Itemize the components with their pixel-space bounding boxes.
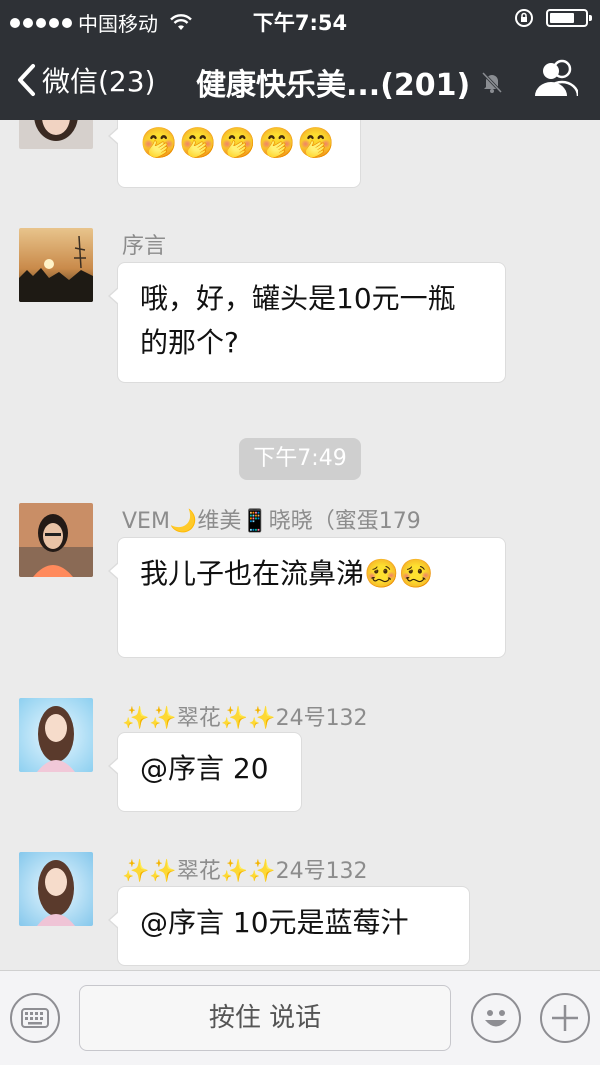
status-bar: 中国移动 下午7:54 — [0, 0, 600, 40]
status-time: 下午7:54 — [252, 11, 348, 35]
plus-icon — [552, 1005, 578, 1031]
back-chevron-icon — [18, 64, 35, 96]
battery-icon — [546, 9, 592, 27]
back-label: 微信(23) — [42, 65, 156, 98]
chat-title-area: 健康快乐美...(201) — [196, 60, 504, 104]
chat-header: 微信(23) 健康快乐美...(201) — [0, 40, 600, 120]
group-members-icon[interactable] — [534, 58, 578, 98]
avatar[interactable] — [19, 698, 93, 772]
message-bubble[interactable]: 我儿子也在流鼻涕🥴🥴 — [108, 537, 506, 658]
status-right — [514, 8, 592, 28]
message-bubble[interactable]: 🤭🤭🤭🤭🤭 — [108, 120, 361, 188]
back-button[interactable]: 微信(23) — [16, 60, 155, 100]
avatar[interactable] — [19, 503, 93, 577]
message-bubble[interactable]: @序言 20 — [108, 732, 302, 812]
message-bubble[interactable]: @序言 10元是蓝莓汁 — [108, 886, 470, 966]
timestamp-divider: 下午7:49 — [239, 438, 361, 480]
rotation-lock-icon — [515, 9, 533, 27]
keyboard-toggle-button[interactable] — [10, 993, 60, 1043]
avatar[interactable] — [19, 852, 93, 926]
mute-bell-icon — [482, 71, 503, 94]
sender-name: VEM🌙维美📱晓晓（蜜蛋179 — [122, 509, 421, 534]
keyboard-icon — [21, 1008, 49, 1028]
sender-name: 序言 — [122, 234, 167, 259]
message-bubble[interactable]: 哦，好，罐头是10元一瓶的那个? — [108, 262, 506, 383]
chat-title: 健康快乐美...(201) — [196, 68, 471, 103]
chat-message-list[interactable]: 🤭🤭🤭🤭🤭 序言 哦，好，罐头是10元一瓶的那个? 下午7:49 VEM🌙维美📱… — [0, 120, 600, 970]
emoji-icon — [485, 1010, 507, 1027]
sender-name: ✨✨翠花✨✨24号132 — [122, 706, 368, 731]
input-bar: 按住 说话 — [0, 970, 600, 1065]
hold-to-talk-button[interactable]: 按住 说话 — [79, 985, 451, 1051]
sender-name: ✨✨翠花✨✨24号132 — [122, 859, 368, 884]
emoji-button[interactable] — [471, 993, 521, 1043]
avatar[interactable] — [19, 228, 93, 302]
avatar[interactable] — [19, 120, 93, 149]
more-options-button[interactable] — [540, 993, 590, 1043]
